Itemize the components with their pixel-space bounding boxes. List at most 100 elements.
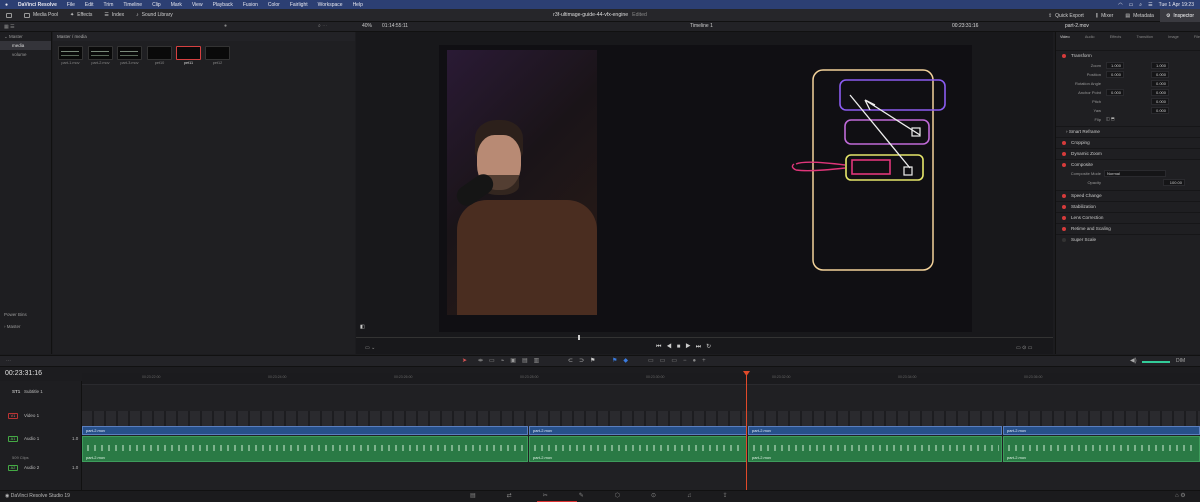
track-header-subtitle[interactable]: ST1 Subtitle 1 bbox=[0, 389, 82, 399]
enable-dot-icon[interactable] bbox=[1062, 205, 1066, 209]
video-clip[interactable]: part-2.mov bbox=[529, 426, 747, 435]
anchor-x-field[interactable]: 0.000 bbox=[1106, 89, 1124, 96]
flag-marker-icons[interactable]: ⚑◆ bbox=[612, 357, 634, 364]
timeline-ruler[interactable]: 00:23:22:00 00:23:24:00 00:23:26:00 00:2… bbox=[82, 373, 1200, 385]
audio-clip[interactable]: part-2.mov bbox=[748, 436, 1002, 462]
list-view-icon[interactable]: ▦ ☰ bbox=[4, 24, 15, 30]
page-navigation-icons[interactable]: ▤⇄✂✎⬡⊙♫⇪ bbox=[470, 492, 759, 499]
menu-workspace[interactable]: Workspace bbox=[313, 2, 348, 8]
menu-clip[interactable]: Clip bbox=[147, 2, 166, 8]
yaw-field[interactable]: 0.000 bbox=[1151, 107, 1169, 114]
tab-transition[interactable]: Transition bbox=[1136, 35, 1153, 39]
enable-dot-icon[interactable] bbox=[1062, 163, 1066, 167]
section-speed-change[interactable]: Speed Change bbox=[1056, 190, 1200, 200]
pool-options-icon[interactable]: ● bbox=[224, 23, 227, 29]
tab-effects[interactable]: Effects bbox=[1110, 35, 1122, 39]
enable-dot-icon[interactable] bbox=[1062, 141, 1066, 145]
menubar-clock[interactable]: Tue 1 Apr 19:23 bbox=[1159, 2, 1194, 8]
menu-color[interactable]: Color bbox=[263, 2, 285, 8]
enable-dot-icon[interactable] bbox=[1062, 238, 1066, 242]
zoom-y-field[interactable]: 1.000 bbox=[1151, 62, 1169, 69]
source-timecode[interactable]: 01:14:55:11 bbox=[382, 23, 408, 29]
bin-volume[interactable]: volume bbox=[0, 50, 51, 59]
layout-toggle-button[interactable] bbox=[0, 9, 18, 22]
tab-image[interactable]: Image bbox=[1168, 35, 1179, 39]
edit-tools-icons[interactable]: ⇹▭⌁▣▤▥ bbox=[478, 357, 545, 364]
tab-video[interactable]: Video bbox=[1060, 35, 1070, 39]
dim-button[interactable]: DIM bbox=[1176, 358, 1185, 364]
video-clip[interactable]: part-2.mov bbox=[82, 426, 528, 435]
speaker-icon[interactable]: ◀) bbox=[1130, 357, 1137, 364]
tab-file[interactable]: File bbox=[1194, 35, 1200, 39]
record-timecode[interactable]: 00:23:31:16 bbox=[952, 23, 978, 29]
clip-thumbnail[interactable]: pet12 bbox=[205, 46, 230, 65]
app-menu[interactable]: DaVinci Resolve bbox=[13, 2, 62, 8]
enable-dot-icon[interactable] bbox=[1062, 152, 1066, 156]
enable-dot-icon[interactable] bbox=[1062, 216, 1066, 220]
tab-audio[interactable]: Audio bbox=[1085, 35, 1095, 39]
rotation-field[interactable]: 0.000 bbox=[1151, 80, 1169, 87]
metadata-button[interactable]: ▤ Metadata bbox=[1119, 9, 1160, 22]
section-smart-reframe[interactable]: › Smart Reframe bbox=[1056, 126, 1200, 136]
viewer-zoom[interactable]: 40% bbox=[362, 23, 372, 29]
track-header-audio1[interactable]: A1 Audio 1 1.0 bbox=[0, 436, 82, 448]
menu-file[interactable]: File bbox=[62, 2, 80, 8]
control-center-icon[interactable]: ☰ bbox=[1148, 2, 1152, 8]
menu-fairlight[interactable]: Fairlight bbox=[285, 2, 313, 8]
section-dynamic-zoom[interactable]: Dynamic Zoom bbox=[1056, 148, 1200, 158]
menu-mark[interactable]: Mark bbox=[166, 2, 187, 8]
menu-view[interactable]: View bbox=[187, 2, 208, 8]
scrubber-handle[interactable] bbox=[578, 335, 580, 340]
battery-icon[interactable]: ▭ bbox=[1129, 2, 1134, 8]
clip-thumbnail[interactable]: pet10 bbox=[147, 46, 172, 65]
v1-tag[interactable]: V1 bbox=[8, 413, 18, 419]
menu-edit[interactable]: Edit bbox=[80, 2, 99, 8]
opacity-field[interactable]: 100.00 bbox=[1163, 179, 1185, 186]
enable-dot-icon[interactable] bbox=[1062, 54, 1066, 58]
timeline-selector[interactable]: Timeline 1 bbox=[690, 23, 713, 29]
track-header-video[interactable]: V1 Video 1 bbox=[0, 413, 82, 425]
bin-master[interactable]: ⌄ Master bbox=[0, 32, 51, 41]
position-x-field[interactable]: 0.000 bbox=[1106, 71, 1124, 78]
menu-timeline[interactable]: Timeline bbox=[118, 2, 147, 8]
mixer-button[interactable]: ⫼ Mixer bbox=[1090, 9, 1120, 22]
menu-fusion[interactable]: Fusion bbox=[238, 2, 263, 8]
anchor-y-field[interactable]: 0.000 bbox=[1151, 89, 1169, 96]
apple-icon[interactable]: ● bbox=[0, 2, 13, 8]
selection-tool-icon[interactable]: ➤ bbox=[462, 357, 467, 364]
wifi-icon[interactable]: ◠ bbox=[1118, 2, 1122, 8]
search-icon[interactable]: ⌕ bbox=[1139, 2, 1142, 8]
index-button[interactable]: ☰ Index bbox=[98, 9, 130, 22]
audio-clip[interactable]: part-2.mov bbox=[529, 436, 747, 462]
quick-export-button[interactable]: ⇪ Quick Export bbox=[1042, 9, 1090, 22]
menu-trim[interactable]: Trim bbox=[99, 2, 119, 8]
section-super-scale[interactable]: Super Scale bbox=[1056, 234, 1200, 244]
pool-search-icon[interactable]: ⌕ ⋯ bbox=[318, 23, 327, 29]
section-cropping[interactable]: Cropping bbox=[1056, 137, 1200, 147]
timeline-tracks[interactable]: part-2.mov part-2.mov part-2.mov part-2.… bbox=[82, 385, 1200, 490]
pitch-field[interactable]: 0.000 bbox=[1151, 98, 1169, 105]
clip-thumbnail[interactable]: part-1.mov bbox=[58, 46, 83, 65]
inspector-button[interactable]: ⚙ Inspector bbox=[1159, 9, 1200, 22]
viewer-options-icon[interactable]: ▭ ⌄ bbox=[365, 345, 375, 351]
enable-dot-icon[interactable] bbox=[1062, 227, 1066, 231]
clip-thumbnail-selected[interactable]: pet11 bbox=[176, 46, 201, 65]
snap-link-icons[interactable]: ⊂⊃⚑ bbox=[568, 357, 601, 364]
playhead[interactable] bbox=[746, 373, 747, 490]
video-clip[interactable]: part-2.mov bbox=[748, 426, 1002, 435]
menu-playback[interactable]: Playback bbox=[208, 2, 238, 8]
scrubber-bar[interactable] bbox=[356, 337, 1053, 338]
timeline-timecode[interactable]: 00:23:31:16 bbox=[0, 367, 82, 381]
audio-clip[interactable]: part-2.mov bbox=[82, 436, 528, 462]
video-clip[interactable]: part-2.mov bbox=[1003, 426, 1200, 435]
effects-button[interactable]: ✦ Effects bbox=[64, 9, 98, 22]
bin-media[interactable]: media bbox=[0, 41, 51, 50]
track-header-audio2[interactable]: A2 Audio 2 1.0 bbox=[0, 465, 82, 477]
viewer-marker-icon[interactable]: ◧ bbox=[360, 324, 365, 330]
clip-thumbnail[interactable]: part-3.mov bbox=[117, 46, 142, 65]
flip-buttons[interactable]: ◫ ⬒ bbox=[1106, 116, 1115, 121]
zoom-tools-icons[interactable]: ▭▭▭−●+ bbox=[648, 357, 712, 364]
power-bin-master[interactable]: › Master bbox=[0, 322, 52, 331]
section-retime[interactable]: Retime and Scaling bbox=[1056, 223, 1200, 233]
section-lens-correction[interactable]: Lens Correction bbox=[1056, 212, 1200, 222]
